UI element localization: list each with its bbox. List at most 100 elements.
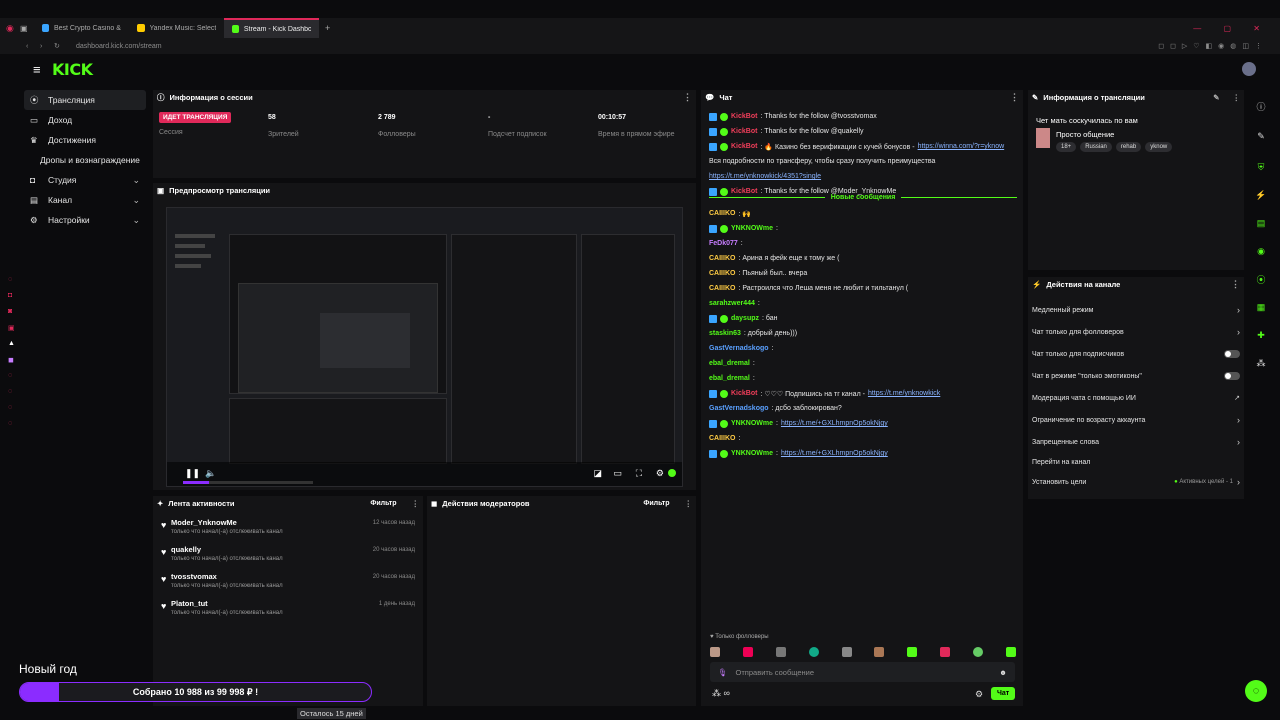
pip-icon[interactable]: ◪: [593, 468, 602, 479]
list-item[interactable]: ♥ quakelly только что начал(-а) отслеживат…: [153, 545, 423, 572]
chat-username[interactable]: sarahzwer444: [709, 300, 755, 307]
chat-message[interactable]: staskin63: добрый день))): [709, 326, 1017, 341]
chat-message[interactable]: sarahzwer444:: [709, 296, 1017, 311]
chat-username[interactable]: KickBot: [731, 113, 757, 120]
nav-item-broadcast[interactable]: ⦿ Трансляция: [24, 90, 146, 110]
layout-icon[interactable]: ▦: [1254, 293, 1268, 321]
chat-message[interactable]: CAIIIKO: Пьяный был.. вчера: [709, 266, 1017, 281]
chat-icon[interactable]: ◉: [1254, 237, 1268, 265]
emote-icon[interactable]: [907, 647, 918, 657]
chat-message[interactable]: Вся подробности по трансферу, чтобы сраз…: [709, 154, 1017, 169]
filter-button[interactable]: Фильтр: [370, 500, 396, 507]
volume-icon[interactable]: 🔈: [205, 468, 216, 479]
window-controls[interactable]: — ▢ ✕: [1193, 24, 1270, 33]
chat-message[interactable]: https://t.me/ynknowkick/4351?single: [709, 169, 1017, 184]
help-icon[interactable]: ◌: [1245, 680, 1267, 702]
tag[interactable]: rehab: [1115, 142, 1142, 152]
edge-icon[interactable]: ◙: [8, 308, 16, 324]
avatar[interactable]: [1242, 62, 1256, 76]
chat-message[interactable]: daysupz: бан: [709, 311, 1017, 326]
nav-item-studio[interactable]: ◘ Студия ⌄: [24, 170, 146, 190]
chat-message[interactable]: FeDk077:: [709, 236, 1017, 251]
nav-item-settings[interactable]: ⚙ Настройки ⌄: [24, 210, 146, 230]
back-icon[interactable]: ‹: [26, 43, 40, 50]
chat-message[interactable]: ebal_dremal:: [709, 371, 1017, 386]
slow-mode-row[interactable]: Медленный режим ›: [1028, 299, 1244, 321]
mic-icon[interactable]: 🎙: [718, 668, 728, 677]
browser-tab-2[interactable]: Stream - Kick Dashboard: [224, 18, 319, 38]
chat-message[interactable]: KickBot: 🔥 Казино без верификации с куче…: [709, 139, 1017, 154]
chat-link[interactable]: https://winna.com/?r=yknow: [918, 143, 1005, 150]
emote-icon[interactable]: [808, 647, 819, 657]
chat-username[interactable]: CAIIIKO: [709, 285, 735, 292]
set-goals-row[interactable]: Установить цели ● Активных целей - 1 ›: [1028, 471, 1244, 493]
chat-username[interactable]: CAIIIKO: [709, 270, 735, 277]
subs-only-toggle[interactable]: [1224, 350, 1240, 358]
chat-username[interactable]: CAIIIKO: [709, 255, 735, 262]
edit-icon[interactable]: ✎: [1254, 119, 1268, 153]
stream-video[interactable]: ❚❚ 🔈 ◪ ▭ ⛶ ⚙: [166, 207, 683, 487]
chat-message[interactable]: YNKNOWme: https://t.me/+GXLhmpnOp5okNjgy: [709, 446, 1017, 461]
chat-username[interactable]: KickBot: [731, 390, 757, 397]
chat-link[interactable]: https://t.me/ynknowkick: [868, 390, 940, 397]
chat-footer-icons[interactable]: ⁂ ∞: [712, 688, 730, 699]
tag[interactable]: yknow: [1145, 142, 1173, 152]
emote-icon[interactable]: [940, 647, 951, 657]
fullscreen-icon[interactable]: ⛶: [636, 468, 642, 479]
chat-message[interactable]: CAIIIKO:: [709, 431, 1017, 446]
new-tab-icon[interactable]: +: [325, 23, 330, 33]
chat-username[interactable]: CAIIIKO: [709, 210, 735, 217]
chat-message[interactable]: ebal_dremal:: [709, 356, 1017, 371]
mod-icon[interactable]: ⛨: [1254, 153, 1268, 181]
extension-icons[interactable]: ◻◻▷♡◧◉◍◫⋮: [1158, 42, 1268, 50]
browser-tab-0[interactable]: Best Crypto Casino & Bit: [34, 18, 129, 38]
chat-username[interactable]: KickBot: [731, 128, 757, 135]
emote-icon[interactable]: [775, 647, 786, 657]
list-item[interactable]: ♥ Moder_YnknowMe только что начал(-а) отсл…: [153, 518, 423, 545]
hamburger-menu-icon[interactable]: ≡: [33, 62, 41, 77]
tab-grid-icon[interactable]: ▣: [20, 24, 34, 33]
chat-send-button[interactable]: Чат: [991, 687, 1016, 700]
chat-message[interactable]: YNKNOWme: https://t.me/+GXLhmpnOp5okNjgy: [709, 416, 1017, 431]
browser-tab-1[interactable]: Yandex Music: Selecte: [129, 18, 224, 38]
theater-icon[interactable]: ▭: [613, 468, 622, 479]
emote-icon[interactable]: [874, 647, 885, 657]
edge-icon[interactable]: ◘: [8, 292, 16, 308]
edit-icon[interactable]: ✎: [1213, 93, 1219, 102]
chat-username[interactable]: GastVernadskogo: [709, 345, 769, 352]
edge-icon[interactable]: ◌: [8, 276, 16, 292]
followers-only-row[interactable]: Чат только для фолловеров ›: [1028, 321, 1244, 343]
url-input[interactable]: dashboard.kick.com/stream: [76, 43, 162, 50]
list-item[interactable]: ♥ tvosstvomax только что начал(-а) отслежи…: [153, 572, 423, 599]
banned-words-row[interactable]: Запрещенные слова ›: [1028, 431, 1244, 453]
chat-username[interactable]: ebal_dremal: [709, 375, 750, 382]
edge-icon[interactable]: ▣: [8, 324, 16, 340]
chat-message[interactable]: GastVernadskogo:: [709, 341, 1017, 356]
forward-icon[interactable]: ›: [40, 43, 54, 50]
more-options-icon[interactable]: ⋮: [685, 499, 693, 508]
chat-message[interactable]: CAIIIKO: Арина я фейк еще к тому же (: [709, 251, 1017, 266]
edge-icon[interactable]: ▲: [8, 340, 16, 356]
emote-only-row[interactable]: Чат в режиме "только эмотиконы": [1028, 365, 1244, 387]
pause-button[interactable]: ❚❚: [185, 468, 200, 479]
gear-icon[interactable]: ⚙: [975, 689, 983, 700]
broadcast-icon[interactable]: ⦿: [1254, 265, 1268, 293]
info-icon[interactable]: ⓘ: [1254, 93, 1268, 119]
reload-icon[interactable]: ↻: [54, 42, 68, 50]
chat-username[interactable]: FeDk077: [709, 240, 738, 247]
chat-message[interactable]: KickBot: Thanks for the follow @tvosstvo…: [709, 109, 1017, 124]
tag[interactable]: 18+: [1056, 142, 1077, 152]
chat-link[interactable]: https://t.me/+GXLhmpnOp5okNjgy: [781, 420, 888, 427]
chat-link[interactable]: https://t.me/ynknowkick/4351?single: [709, 173, 821, 180]
go-to-channel-row[interactable]: Перейти на канал: [1028, 453, 1244, 471]
emote-only-toggle[interactable]: [1224, 372, 1240, 380]
emote-icon[interactable]: [841, 647, 852, 657]
browser-menu-icon[interactable]: ◉: [6, 23, 20, 34]
emote-icon[interactable]: [973, 647, 983, 657]
edge-icon[interactable]: ◼: [8, 356, 16, 372]
tools-icon[interactable]: ✚: [1254, 321, 1268, 349]
chat-input[interactable]: 🎙 Отправить сообщение ☻: [710, 662, 1015, 682]
ai-moderation-row[interactable]: Модерация чата с помощью ИИ ↗: [1028, 387, 1244, 409]
nav-item-income[interactable]: ▭ Доход: [24, 110, 146, 130]
chat-username[interactable]: CAIIIKO: [709, 435, 735, 442]
